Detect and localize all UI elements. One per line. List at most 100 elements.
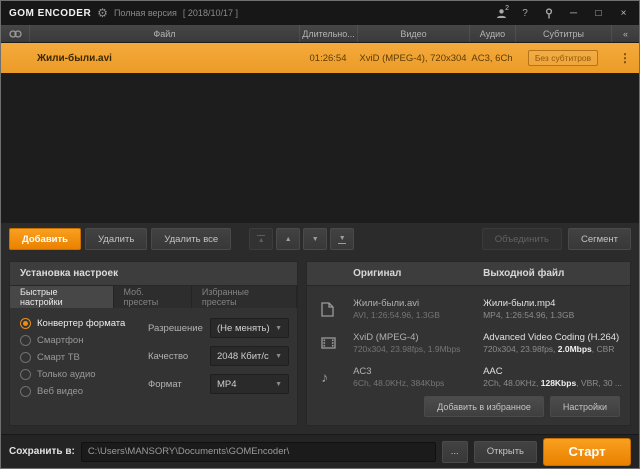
format-value: MP4: [217, 378, 237, 390]
output-file-name: Жили-были.mp4: [483, 297, 556, 309]
compare-buttons: Добавить в избранное Настройки: [321, 394, 622, 419]
add-button[interactable]: Добавить: [9, 228, 82, 250]
move-up-button[interactable]: ▲: [276, 228, 301, 250]
field-quality: Качество 2048 Кбит/с ▼: [148, 346, 290, 366]
original-file-col: Жили-были.avi AVI, 1:26:54.96, 1.3GB: [353, 298, 483, 321]
maximize-button[interactable]: □: [589, 4, 608, 22]
mode-smart-tv[interactable]: Смарт ТВ: [20, 352, 148, 363]
reorder-buttons: ▲ ▲ ▼ ▼: [249, 228, 355, 250]
quality-label: Качество: [148, 350, 189, 362]
output-audio-col: AAC 2Ch, 48.0KHz, 128Kbps, VBR, 30 ...: [483, 366, 622, 389]
segment-button[interactable]: Сегмент: [567, 228, 631, 250]
radio-icon: [20, 386, 31, 397]
move-bottom-button[interactable]: ▼: [330, 228, 355, 250]
account-icon[interactable]: 2: [492, 4, 510, 22]
mode-web-video[interactable]: Веб видео: [20, 386, 148, 397]
compare-row-file: Жили-были.avi AVI, 1:26:54.96, 1.3GB Жил…: [321, 292, 622, 326]
row-duration: 01:26:54: [309, 52, 347, 64]
original-title: Оригинал: [353, 268, 402, 279]
mode-label: Конвертер формата: [37, 318, 126, 329]
original-video-col: XviD (MPEG-4) 720x304, 23.98fps, 1.9Mbps: [353, 332, 483, 355]
help-icon[interactable]: ?: [516, 4, 534, 22]
mode-label: Смартфон: [37, 335, 84, 346]
resolution-select[interactable]: (Не менять) ▼: [210, 318, 290, 338]
row-subtitles-cell: Без субтитров: [515, 50, 611, 66]
mode-smartphone[interactable]: Смартфон: [20, 335, 148, 346]
info-post: , VBR, 30 ...: [576, 377, 622, 388]
subtitles-button[interactable]: Без субтитров: [527, 50, 599, 66]
mode-label: Смарт ТВ: [37, 352, 80, 363]
output-file-info: MP4, 1:26:54.96, 1.3GB: [483, 310, 622, 321]
chevron-down-icon: ▼: [275, 324, 283, 332]
pin-icon[interactable]: [540, 4, 558, 22]
field-list: Разрешение (Не менять) ▼ Качество 2048 Кб…: [148, 318, 290, 419]
settings-button[interactable]: Настройки: [549, 396, 620, 417]
remove-button[interactable]: Удалить: [85, 228, 148, 250]
column-header-file[interactable]: Файл: [29, 25, 299, 42]
account-badge: 2: [505, 5, 509, 12]
gom-encoder-window: GOM ENCODER ⚙ Полная версия [ 2018/10/17…: [0, 0, 640, 469]
music-note-icon: ♪: [321, 369, 329, 385]
output-audio-info: 2Ch, 48.0KHz, 128Kbps, VBR, 30 ...: [483, 378, 622, 389]
close-button[interactable]: ×: [614, 4, 633, 22]
file-icon: [321, 301, 353, 317]
browse-button[interactable]: ...: [441, 440, 468, 463]
tab-mobile-presets[interactable]: Моб. пресеты: [113, 286, 192, 308]
move-top-button[interactable]: ▲: [249, 228, 274, 250]
quality-select[interactable]: 2048 Кбит/с ▼: [210, 346, 290, 366]
original-audio-info: 6Ch, 48.0KHz, 384Kbps: [353, 377, 445, 388]
column-header-video[interactable]: Видео: [357, 25, 469, 42]
compare-body: Жили-были.avi AVI, 1:26:54.96, 1.3GB Жил…: [307, 286, 630, 425]
mode-list: Конвертер формата Смартфон Смарт ТВ Толь…: [20, 318, 148, 419]
chain-link-icon: [8, 29, 22, 38]
save-to-label: Сохранить в:: [9, 446, 75, 457]
column-header-duration[interactable]: Длительно...: [299, 25, 357, 42]
format-select[interactable]: MP4 ▼: [210, 374, 290, 394]
tab-quick-settings[interactable]: Быстрые настройки: [10, 286, 114, 308]
chevron-down-icon: ▼: [275, 352, 283, 360]
video-icon: [321, 337, 353, 349]
original-audio-col: AC3 6Ch, 48.0KHz, 384Kbps: [353, 366, 483, 389]
compare-panel: Оригинал Выходной файл Жили-были.avi AVI…: [306, 261, 631, 426]
start-button[interactable]: Старт: [543, 437, 631, 466]
column-header-subtitles[interactable]: Субтитры: [515, 25, 611, 42]
add-to-favorites-button[interactable]: Добавить в избранное: [424, 396, 544, 417]
top-bar-icon: [257, 234, 266, 236]
resolution-label: Разрешение: [148, 322, 203, 334]
open-button[interactable]: Открыть: [473, 440, 537, 463]
arrow-up-icon: ▲: [284, 235, 292, 243]
chevron-down-icon: ▼: [275, 380, 283, 388]
tab-favorite-presets[interactable]: Избранные пресеты: [191, 286, 298, 308]
info-em: 2.0Mbps: [557, 343, 592, 354]
radio-icon: [20, 335, 31, 346]
compare-header: Оригинал Выходной файл: [307, 262, 630, 286]
mode-format-converter[interactable]: Конвертер формата: [20, 318, 148, 329]
column-header-audio[interactable]: Аудио: [469, 25, 515, 42]
column-header-collapse[interactable]: «: [611, 25, 639, 42]
move-down-button[interactable]: ▼: [303, 228, 328, 250]
file-table-header: Файл Длительно... Видео Аудио Субтитры «: [1, 25, 639, 43]
field-resolution: Разрешение (Не менять) ▼: [148, 318, 290, 338]
row-menu-cell: ⋮: [611, 51, 639, 65]
radio-icon: [20, 369, 31, 380]
output-path-input[interactable]: [80, 441, 436, 462]
original-file-info: AVI, 1:26:54.96, 1.3GB: [353, 309, 440, 320]
settings-tabs: Быстрые настройки Моб. пресеты Избранные…: [10, 286, 298, 308]
app-logo: GOM ENCODER: [9, 7, 92, 19]
minimize-button[interactable]: ─: [564, 4, 583, 22]
merge-button[interactable]: Объединить: [481, 228, 562, 250]
gear-icon[interactable]: ⚙: [97, 7, 108, 19]
row-menu-icon[interactable]: ⋮: [619, 51, 631, 65]
remove-all-button[interactable]: Удалить все: [151, 228, 232, 250]
mode-audio-only[interactable]: Только аудио: [20, 369, 148, 380]
field-format: Формат MP4 ▼: [148, 374, 290, 394]
settings-panel-title: Установка настроек: [10, 262, 298, 286]
toolbar-right-group: Объединить Сегмент: [481, 228, 631, 250]
build-date: [ 2018/10/17 ]: [182, 8, 238, 18]
info-post: , CBR: [591, 343, 615, 354]
file-row-selected[interactable]: Жили-были.avi 01:26:54 XviD (MPEG-4), 72…: [1, 43, 639, 73]
output-title: Выходной файл: [483, 268, 565, 279]
link-column-header[interactable]: [1, 25, 29, 42]
info-pre: 720x304, 23.98fps,: [483, 343, 558, 354]
file-list-empty-area[interactable]: [1, 73, 639, 223]
